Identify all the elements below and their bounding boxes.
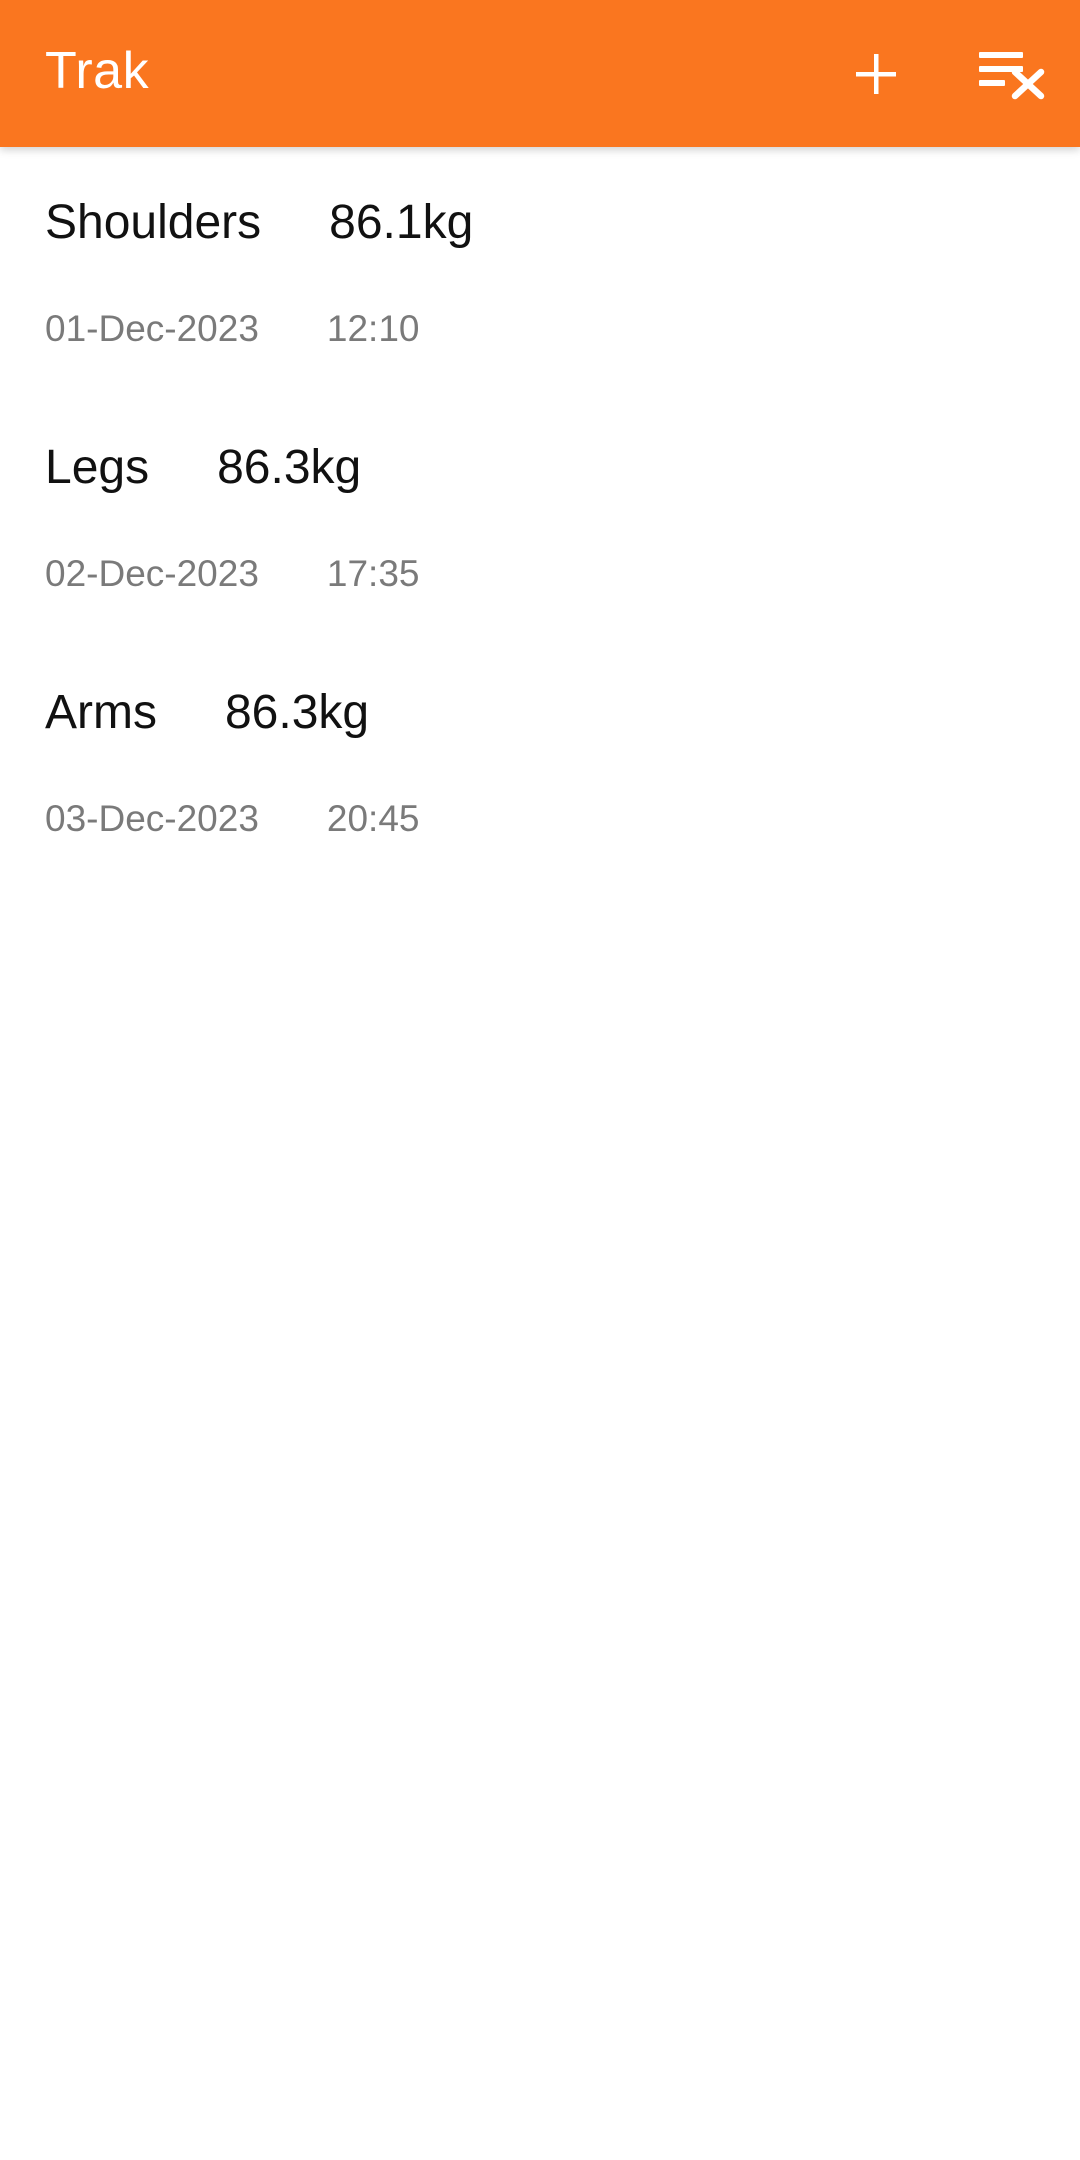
entry-weight: 86.1kg: [329, 196, 474, 249]
entry-date: 01-Dec-2023: [45, 308, 259, 349]
entry-date: 02-Dec-2023: [45, 553, 259, 594]
entry-title-row: Legs 86.3kg: [45, 437, 361, 499]
clear-all-button[interactable]: [962, 24, 1062, 124]
app-title: Trak: [45, 42, 150, 100]
app-bar: Trak: [0, 0, 1080, 147]
entry-meta-row: 03-Dec-2023 20:45: [45, 797, 420, 841]
entry-name: Shoulders: [45, 196, 262, 249]
entry-name: Arms: [45, 686, 157, 739]
list-item[interactable]: Shoulders 86.1kg 01-Dec-2023 12:10: [0, 147, 1080, 392]
entry-meta-row: 01-Dec-2023 12:10: [45, 307, 420, 351]
list-item[interactable]: Arms 86.3kg 03-Dec-2023 20:45: [0, 637, 1080, 882]
entry-meta-row: 02-Dec-2023 17:35: [45, 552, 420, 596]
entry-title-row: Arms 86.3kg: [45, 682, 369, 744]
plus-icon: [856, 54, 896, 94]
entry-date: 03-Dec-2023: [45, 798, 259, 839]
entry-time: 17:35: [326, 553, 420, 594]
entry-weight: 86.3kg: [224, 686, 370, 739]
entry-name: Legs: [45, 441, 150, 494]
list-item[interactable]: Legs 86.3kg 02-Dec-2023 17:35: [0, 392, 1080, 637]
entry-title-row: Shoulders 86.1kg: [45, 192, 473, 254]
clear-list-icon: [979, 52, 1045, 100]
entry-time: 12:10: [326, 308, 420, 349]
add-entry-button[interactable]: [826, 24, 926, 124]
workout-list: Shoulders 86.1kg 01-Dec-2023 12:10 Legs …: [0, 147, 1080, 882]
entry-time: 20:45: [326, 798, 420, 839]
entry-weight: 86.3kg: [217, 441, 362, 494]
